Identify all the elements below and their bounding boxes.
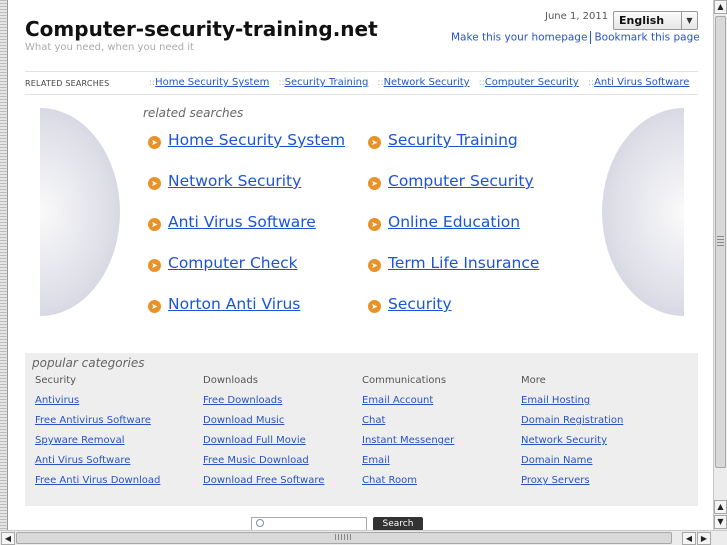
related-link[interactable]: Online Education [388, 213, 520, 231]
make-homepage-link[interactable]: Make this your homepage [451, 32, 587, 44]
related-link[interactable]: Security Training [388, 131, 518, 149]
popular-categories: popular categories Security Antivirus Fr… [25, 353, 698, 506]
arrow-right-icon: ➤ [148, 259, 161, 272]
bar-link[interactable]: Home Security System [155, 77, 269, 88]
scroll-left-icon[interactable]: ◀ [1, 532, 15, 545]
related-link[interactable]: Norton Anti Virus [168, 295, 300, 313]
bar-link[interactable]: Network Security [384, 77, 470, 88]
arrow-right-icon: ➤ [368, 136, 381, 149]
arrow-right-icon: ➤ [368, 300, 381, 313]
category-link[interactable]: Chat Room [362, 475, 454, 495]
category-heading: Communications [362, 375, 447, 386]
category-link[interactable]: Free Anti Virus Download [35, 475, 160, 495]
link-divider [590, 31, 592, 44]
search-button[interactable]: Search [373, 517, 423, 531]
arrow-right-icon: ➤ [148, 300, 161, 313]
bookmark-link[interactable]: Bookmark this page [594, 32, 699, 44]
category-heading: Downloads [203, 375, 258, 386]
category-link[interactable]: Email [362, 455, 454, 475]
site-tagline: What you need, when you need it [25, 42, 194, 53]
category-link[interactable]: Download Full Movie [203, 435, 324, 455]
category-column: Security Antivirus Free Antivirus Softwa… [35, 375, 160, 495]
bar-link[interactable]: Security Training [285, 77, 369, 88]
category-link[interactable]: Instant Messenger [362, 435, 454, 455]
category-link[interactable]: Antivirus [35, 395, 160, 415]
related-searches-bar-label: RELATED SEARCHES [25, 79, 110, 88]
arrow-right-icon: ➤ [148, 218, 161, 231]
site-title[interactable]: Computer-security-training.net [25, 17, 378, 41]
grip-icon [717, 236, 724, 246]
related-searches-bar-links: ::Home Security System ::Security Traini… [143, 77, 689, 88]
category-heading: Security [35, 375, 77, 386]
decorative-disc-right [602, 108, 684, 316]
current-date: June 1, 2011 [545, 11, 609, 22]
related-link[interactable]: Anti Virus Software [168, 213, 316, 231]
related-link[interactable]: Home Security System [168, 131, 345, 149]
related-link[interactable]: Network Security [168, 172, 301, 190]
arrow-right-icon: ➤ [148, 136, 161, 149]
category-link[interactable]: Domain Name [521, 455, 623, 475]
category-link[interactable]: Email Hosting [521, 395, 623, 415]
horizontal-scrollbar[interactable]: ◀ ◀ ▶ [0, 530, 727, 545]
category-link[interactable]: Network Security [521, 435, 623, 455]
decorative-disc-left [40, 108, 120, 316]
category-link[interactable]: Email Account [362, 395, 454, 415]
arrow-right-icon: ➤ [368, 177, 381, 190]
bar-link[interactable]: Anti Virus Software [594, 77, 689, 88]
popular-categories-title: popular categories [32, 356, 145, 370]
language-select[interactable]: English ▼ [613, 11, 698, 30]
related-link[interactable]: Security [388, 295, 452, 313]
scroll-right-icon[interactable]: ▶ [697, 532, 711, 545]
scroll-left-icon[interactable]: ◀ [682, 532, 696, 545]
language-select-value: English [619, 14, 665, 27]
magnifier-icon [256, 519, 264, 527]
arrow-right-icon: ➤ [148, 177, 161, 190]
scroll-up-icon[interactable]: ▲ [714, 500, 727, 514]
chevron-down-icon[interactable]: ▼ [681, 12, 697, 29]
grip-icon [335, 534, 351, 540]
category-column: More Email Hosting Domain Registration N… [521, 375, 623, 495]
category-link[interactable]: Download Free Software [203, 475, 324, 495]
related-link[interactable]: Computer Security [388, 172, 534, 190]
category-link[interactable]: Free Downloads [203, 395, 324, 415]
category-column: Communications Email Account Chat Instan… [362, 375, 454, 495]
related-searches-bar: RELATED SEARCHES ::Home Security System … [25, 71, 698, 95]
category-link[interactable]: Domain Registration [521, 415, 623, 435]
category-column: Downloads Free Downloads Download Music … [203, 375, 324, 495]
category-link[interactable]: Proxy Servers [521, 475, 623, 495]
category-link[interactable]: Download Music [203, 415, 324, 435]
scroll-up-icon[interactable]: ▲ [714, 0, 727, 14]
bar-link[interactable]: Computer Security [485, 77, 579, 88]
category-link[interactable]: Spyware Removal [35, 435, 160, 455]
arrow-right-icon: ➤ [368, 218, 381, 231]
search-input[interactable] [251, 517, 367, 531]
top-links: Make this your homepage Bookmark this pag… [451, 31, 700, 44]
category-link[interactable]: Free Antivirus Software [35, 415, 160, 435]
category-link[interactable]: Free Music Download [203, 455, 324, 475]
window-left-border [0, 0, 8, 530]
related-searches-title: related searches [143, 106, 244, 120]
category-link[interactable]: Chat [362, 415, 454, 435]
vertical-scrollbar[interactable]: ▲ ▲ ▼ [713, 0, 727, 530]
arrow-right-icon: ➤ [368, 259, 381, 272]
category-link[interactable]: Anti Virus Software [35, 455, 160, 475]
related-link[interactable]: Term Life Insurance [388, 254, 539, 272]
category-heading: More [521, 375, 546, 386]
related-link[interactable]: Computer Check [168, 254, 298, 272]
scroll-down-icon[interactable]: ▼ [714, 515, 727, 529]
